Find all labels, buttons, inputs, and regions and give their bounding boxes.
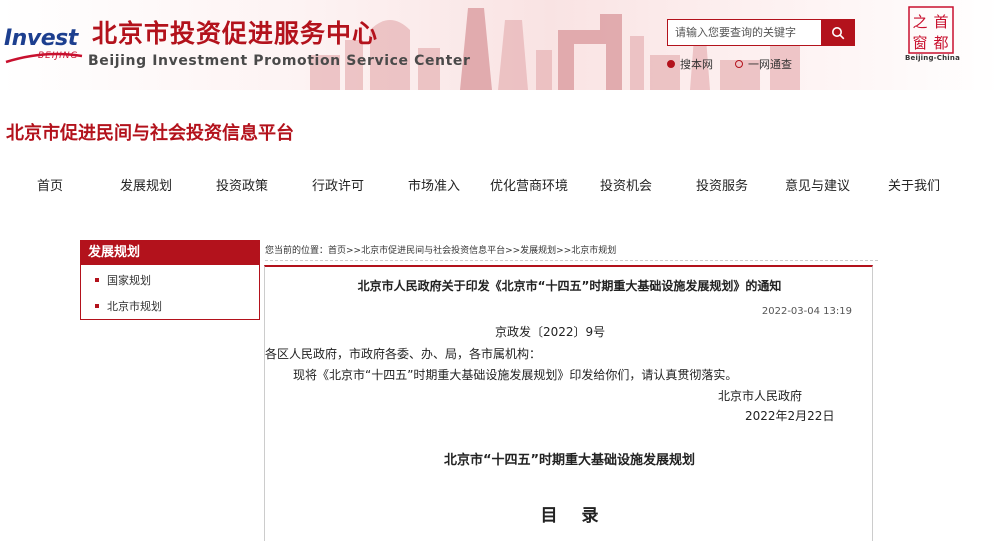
article-sign-date: 2022年2月22日: [745, 409, 835, 423]
article-signer: 北京市人民政府: [718, 389, 803, 403]
platform-title: 北京市促进民间与社会投资信息平台: [6, 123, 294, 144]
toc-heading: 目录: [540, 506, 623, 526]
nav-business-environment[interactable]: 优化营商环境: [490, 175, 568, 194]
beijing-seal-label: Beijing-China: [905, 54, 961, 62]
nav-development-plan[interactable]: 发展规划: [120, 175, 172, 194]
search-button[interactable]: [821, 20, 854, 45]
article-date: 2022-03-04 13:19: [761, 306, 852, 317]
sidebar-item-beijing-plan[interactable]: 北京市规划: [81, 293, 259, 319]
sidebar-title: 发展规划: [81, 241, 259, 265]
radio-one-network[interactable]: 一网通查: [735, 56, 792, 72]
article-title: 北京市人民政府关于印发《北京市“十四五”时期重大基础设施发展规划》的通知: [357, 279, 782, 293]
article-body: 现将《北京市“十四五”时期重大基础设施发展规划》印发给你们，请认真贯彻落实。: [293, 368, 738, 382]
nav-market-access[interactable]: 市场准入: [408, 175, 460, 194]
search-input[interactable]: [668, 20, 822, 45]
beijing-seal-logo: 之 首 窗 都: [908, 6, 954, 54]
nav-investment-service[interactable]: 投资服务: [696, 175, 748, 194]
radio-checked-icon: [667, 60, 675, 68]
logo-subtext: BEIJING: [38, 51, 79, 61]
radio-label: 搜本网: [680, 58, 713, 71]
nav-feedback[interactable]: 意见与建议: [785, 175, 850, 194]
nav-investment-policy[interactable]: 投资政策: [216, 175, 268, 194]
site-title-cn: 北京市投资促进服务中心: [92, 19, 379, 48]
radio-this-site[interactable]: 搜本网: [667, 56, 713, 72]
search-icon: [831, 26, 844, 39]
sidebar: 发展规划 国家规划 北京市规划: [80, 240, 260, 320]
nav-investment-opportunity[interactable]: 投资机会: [600, 175, 652, 194]
search-box: [667, 19, 855, 46]
bullet-icon: [95, 278, 99, 282]
nav-home[interactable]: 首页: [37, 175, 63, 194]
radio-unchecked-icon: [735, 60, 743, 68]
radio-label: 一网通查: [748, 58, 792, 71]
article-addressee: 各区人民政府，市政府各委、办、局，各市属机构：: [265, 347, 542, 361]
bullet-icon: [95, 304, 99, 308]
breadcrumb[interactable]: 您当前的位置：首页>>北京市促进民间与社会投资信息平台>>发展规划>>北京市规划: [265, 243, 878, 261]
logo-swoosh-icon: [5, 52, 83, 64]
nav-administrative-license[interactable]: 行政许可: [312, 175, 364, 194]
svg-text:都: 都: [933, 34, 948, 52]
site-title-en: Beijing Investment Promotion Service Cen…: [88, 53, 471, 69]
sidebar-item-label: 国家规划: [107, 274, 151, 287]
sidebar-item-national-plan[interactable]: 国家规划: [81, 267, 259, 293]
article: 北京市人民政府关于印发《北京市“十四五”时期重大基础设施发展规划》的通知 202…: [264, 265, 873, 541]
search-scope-options: 搜本网 一网通查: [667, 56, 792, 72]
nav-about-us[interactable]: 关于我们: [888, 175, 940, 194]
svg-text:之: 之: [912, 13, 927, 31]
svg-text:窗: 窗: [912, 34, 927, 52]
site-header: Invest BEIJING 北京市投资促进服务中心 Beijing Inves…: [0, 0, 1000, 90]
svg-text:首: 首: [933, 13, 948, 31]
sidebar-item-label: 北京市规划: [107, 300, 162, 313]
plan-title: 北京市“十四五”时期重大基础设施发展规划: [443, 453, 696, 468]
main-nav: 首页 发展规划 投资政策 行政许可 市场准入 优化营商环境 投资机会 投资服务 …: [0, 172, 1000, 194]
document-number: 京政发〔2022〕9号: [495, 325, 606, 339]
